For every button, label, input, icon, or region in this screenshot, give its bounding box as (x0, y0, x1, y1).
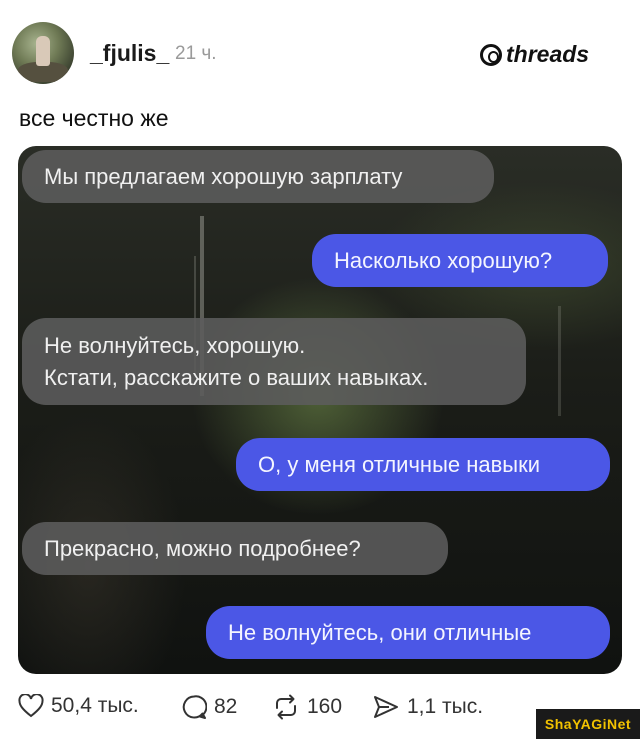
repost-button[interactable]: 160 (272, 694, 342, 720)
chat-message-text: О, у меня отличные навыки (258, 452, 541, 477)
share-count: 1,1 тыс. (407, 695, 484, 718)
chat-message-text: Прекрасно, можно подробнее? (44, 536, 361, 561)
chat-message-text: Насколько хорошую? (334, 248, 553, 273)
comment-count: 82 (214, 695, 238, 718)
avatar-figure (36, 36, 50, 66)
comment-icon (182, 695, 207, 719)
chat-message-text: Кстати, расскажите о ваших навыках. (44, 365, 429, 390)
chat-message-outgoing: Насколько хорошую? (312, 234, 608, 287)
post-image[interactable]: Мы предлагаем хорошую зарплату Насколько… (18, 146, 622, 674)
watermark: ShaYAGiNet (536, 709, 640, 739)
heart-icon (18, 694, 44, 718)
threads-brand-text: threads (506, 41, 590, 67)
username[interactable]: _fjulis_ (90, 40, 169, 67)
chat-message-text: Не волнуйтесь, они отличные (228, 620, 532, 645)
window-frame-line (558, 306, 561, 416)
chat-message-outgoing: Не волнуйтесь, они отличные (206, 606, 610, 659)
threads-logo: threads (480, 41, 589, 68)
like-button[interactable]: 50,4 тыс. (18, 694, 139, 718)
send-icon (374, 696, 398, 718)
post-actions: 50,4 тыс. 82 160 1,1 тыс. (18, 694, 618, 724)
post-time: 21 ч. (175, 43, 217, 64)
chat-message-text: Не волнуйтесь, хорошую. (44, 333, 306, 358)
avatar[interactable] (12, 22, 74, 84)
threads-icon (480, 43, 502, 66)
chat-message-incoming: Прекрасно, можно подробнее? (22, 522, 448, 575)
repost-icon (276, 694, 296, 720)
chat-message-incoming: Не волнуйтесь, хорошую. Кстати, расскажи… (22, 318, 526, 405)
chat-message-incoming: Мы предлагаем хорошую зарплату (22, 150, 494, 203)
post-text: все честно же (19, 105, 169, 131)
post-header: _fjulis_ 21 ч. threads (12, 22, 612, 86)
chat-message-outgoing: О, у меня отличные навыки (236, 438, 610, 491)
chat-message-text: Мы предлагаем хорошую зарплату (44, 164, 403, 189)
share-button[interactable]: 1,1 тыс. (372, 694, 483, 720)
like-count: 50,4 тыс. (51, 694, 139, 717)
comment-button[interactable]: 82 (181, 694, 237, 720)
repost-count: 160 (307, 695, 343, 718)
